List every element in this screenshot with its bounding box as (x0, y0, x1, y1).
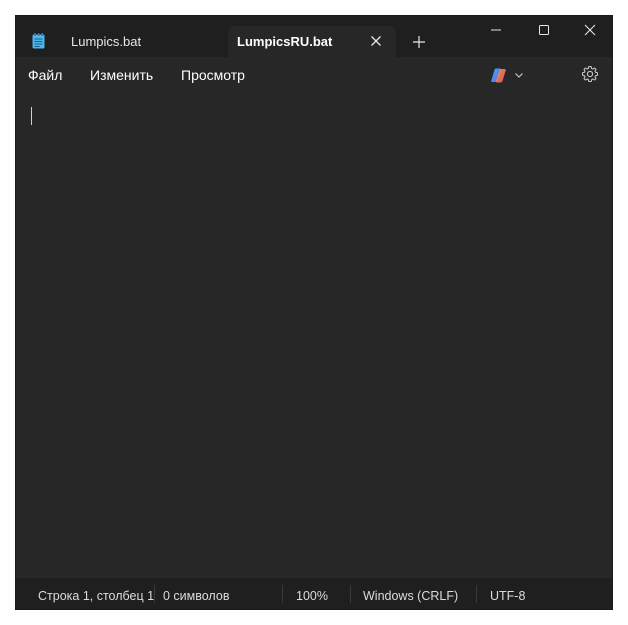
status-bar: Строка 1, столбец 1 0 символов 100% Wind… (16, 578, 612, 609)
maximize-icon[interactable] (536, 22, 552, 38)
zoom-level[interactable]: 100% (296, 589, 328, 603)
tab-lumpicsru-bat[interactable]: LumpicsRU.bat (228, 26, 396, 57)
copilot-icon[interactable] (490, 67, 507, 84)
tab-label: Lumpics.bat (71, 34, 142, 49)
gear-icon[interactable] (581, 65, 599, 83)
title-bar: Lumpics.bat LumpicsRU.bat (16, 16, 612, 57)
chevron-down-icon[interactable] (514, 70, 524, 80)
notepad-icon (32, 33, 45, 49)
menu-file[interactable]: Файл (28, 67, 62, 83)
tab-lumpics-bat[interactable]: Lumpics.bat (58, 26, 228, 57)
text-caret (31, 107, 32, 125)
menu-edit[interactable]: Изменить (90, 67, 153, 83)
status-separator (476, 585, 477, 603)
status-separator (350, 585, 351, 603)
cursor-position: Строка 1, столбец 1 (38, 589, 155, 603)
status-separator (154, 585, 155, 603)
character-count: 0 символов (163, 589, 230, 603)
notepad-window: Lumpics.bat LumpicsRU.bat Файл Изменить … (16, 16, 612, 609)
encoding[interactable]: UTF-8 (490, 589, 525, 603)
minimize-icon[interactable] (488, 22, 504, 38)
text-editor[interactable] (16, 93, 612, 578)
plus-icon[interactable] (412, 35, 426, 49)
close-icon[interactable] (368, 33, 384, 49)
menu-view[interactable]: Просмотр (181, 67, 245, 83)
status-separator (282, 585, 283, 603)
line-ending[interactable]: Windows (CRLF) (363, 589, 458, 603)
tab-label: LumpicsRU.bat (237, 34, 333, 49)
close-icon[interactable] (582, 22, 598, 38)
